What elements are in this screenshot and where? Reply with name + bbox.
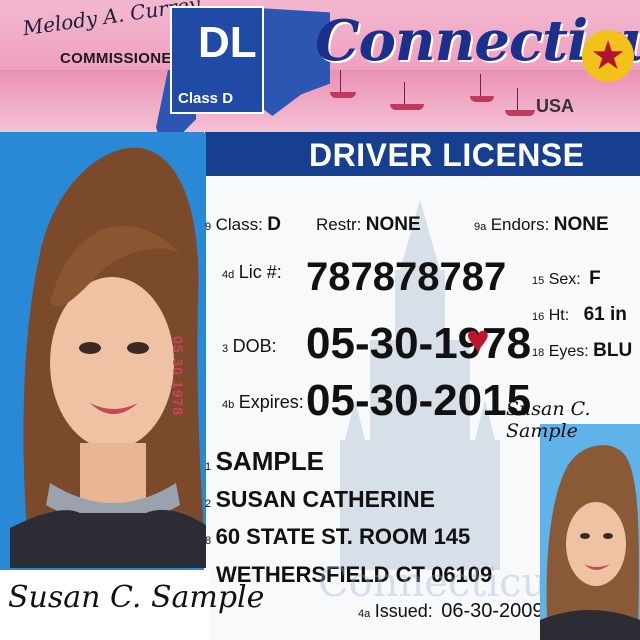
commissioner-label: COMMISSIONER [60, 50, 183, 67]
surname: SAMPLE [215, 446, 324, 476]
dl-badge-text: DL [198, 18, 257, 67]
boat-icon [470, 74, 494, 102]
boat-icon [390, 82, 424, 110]
class-value: D [267, 214, 281, 235]
endors-label: Endors: [490, 215, 550, 234]
lic-value: 787878787 [306, 255, 507, 299]
license-card: Melody A. Currey COMMISSIONER DL Class D… [0, 0, 640, 640]
eyes-field: 18 Eyes: BLU [532, 340, 632, 362]
issued-field: 4a Issued: 06-30-2009 [358, 600, 544, 623]
restr-field: Restr: NONE [316, 214, 421, 236]
height-number: 16 [532, 311, 545, 323]
height-label: Ht: [548, 307, 570, 324]
class-field: 9 Class: D [205, 214, 281, 236]
height-value: 61 in [583, 304, 627, 325]
holder-signature-small: Susan C. Sample [506, 398, 591, 442]
dob-value: 05-30-1978 [306, 319, 532, 368]
star-seal-icon: ★ [582, 30, 634, 82]
license-title: DRIVER LICENSE [309, 137, 585, 173]
vertical-dob: 05 30 1978 [170, 336, 186, 417]
endors-number: 9a [474, 221, 487, 233]
class-badge-text: Class D [178, 90, 234, 107]
holder-signature: Susan C. Sample [8, 580, 265, 615]
expires-number: 4b [222, 399, 235, 411]
sex-number: 15 [532, 275, 545, 287]
eyes-value: BLU [593, 340, 633, 361]
ghost-portrait-photo [540, 424, 640, 640]
sex-value: F [589, 268, 601, 289]
given-names: SUSAN CATHERINE [215, 486, 435, 512]
address-line-3: 8 60 STATE ST. ROOM 145 [205, 524, 470, 550]
endors-field: 9a Endors: NONE [474, 214, 609, 236]
address-number-8: 8 [205, 535, 212, 547]
expires-label: Expires: [238, 392, 304, 412]
restr-value: NONE [365, 214, 421, 235]
class-number: 9 [205, 221, 212, 233]
height-field: 16 Ht: 61 in [532, 304, 627, 326]
country-label: USA [536, 96, 575, 116]
endors-value: NONE [553, 214, 609, 235]
dob-label: DOB: [232, 336, 277, 356]
header-banner: Melody A. Currey COMMISSIONER DL Class D… [0, 0, 640, 152]
issued-number: 4a [358, 608, 371, 620]
dl-badge: DL Class D [170, 6, 264, 114]
issued-value: 06-30-2009 [441, 600, 544, 622]
dob-number: 3 [222, 343, 229, 355]
issued-label: Issued: [374, 601, 433, 621]
address-line-2: 2 SUSAN CATHERINE [205, 486, 435, 513]
address-number-1: 1 [205, 461, 212, 473]
title-band: DRIVER LICENSE [205, 132, 640, 176]
expires-field: 4b Expires: [222, 392, 304, 413]
boat-icon [505, 88, 535, 116]
heart-icon: ♥ [466, 318, 490, 362]
expires-value: 05-30-2015 [306, 376, 532, 425]
address-number-2: 2 [205, 498, 212, 510]
dob-field: 3 DOB: [222, 336, 277, 357]
lic-field: 4d Lic #: [222, 262, 282, 283]
eyes-number: 18 [532, 347, 545, 359]
class-label: Class: [215, 215, 263, 234]
sex-label: Sex: [548, 271, 581, 288]
address-line-1: 1 SAMPLE [205, 446, 324, 477]
street-address: 60 STATE ST. ROOM 145 [215, 524, 471, 549]
restr-label: Restr: [316, 215, 362, 234]
eyes-label: Eyes: [548, 343, 589, 360]
sex-field: 15 Sex: F [532, 268, 601, 290]
lic-number: 4d [222, 269, 235, 281]
lic-label: Lic #: [238, 262, 282, 282]
boat-icon [330, 70, 356, 98]
